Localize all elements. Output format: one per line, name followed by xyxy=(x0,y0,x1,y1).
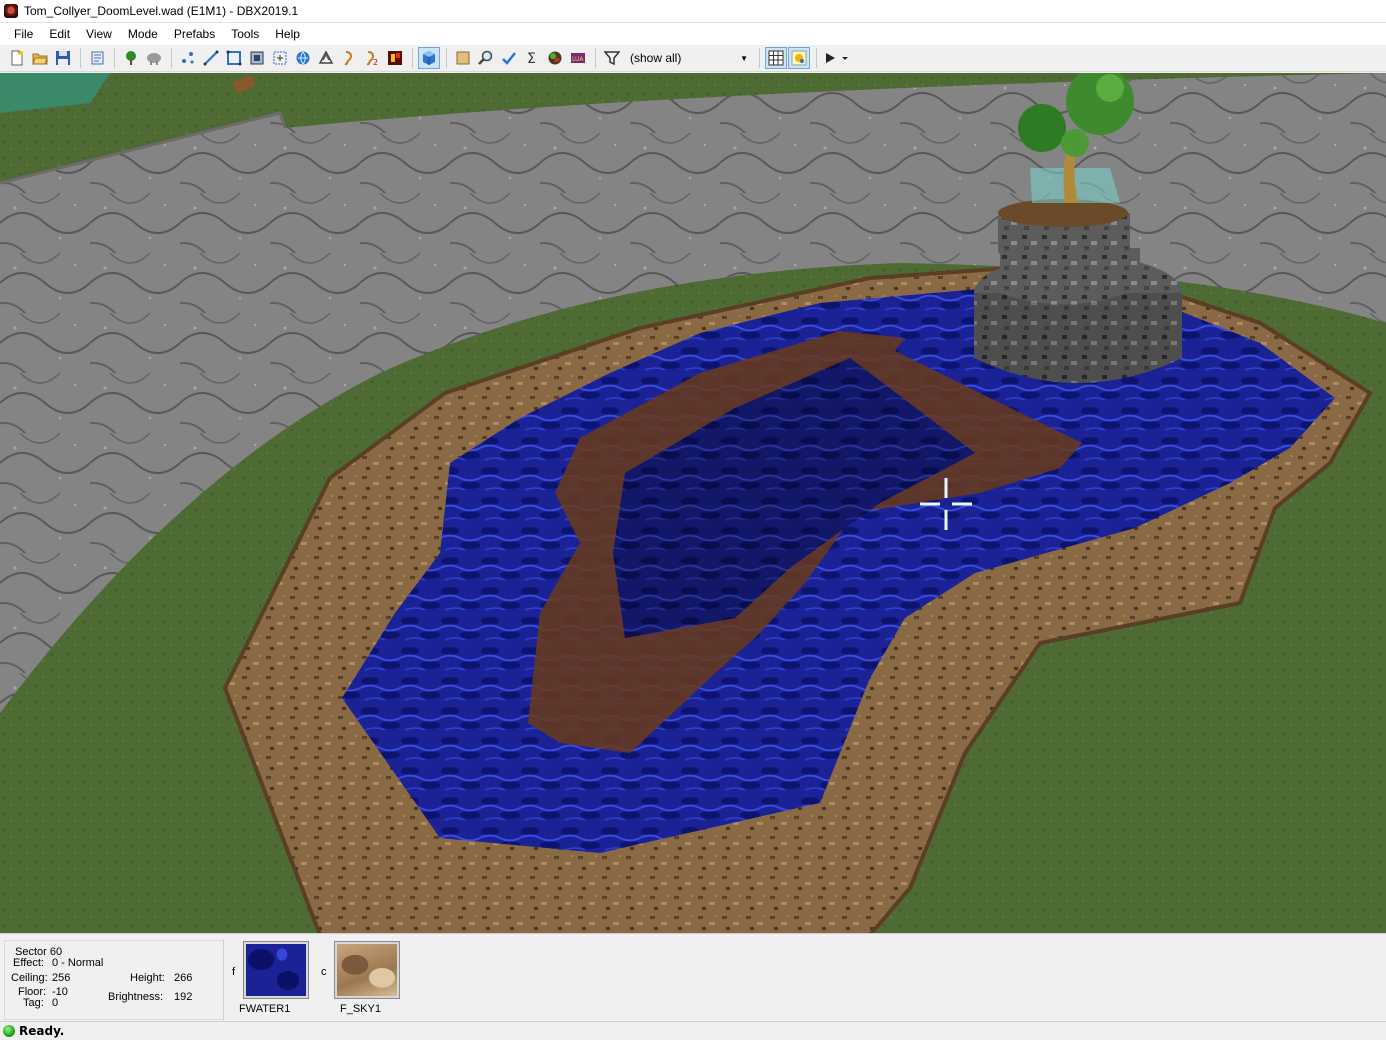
toolbar-separator xyxy=(171,48,172,68)
filter-dropdown[interactable]: (show all) ▼ xyxy=(626,48,754,68)
save-icon[interactable] xyxy=(52,47,74,69)
3d-viewport[interactable] xyxy=(0,73,1386,933)
ball-icon[interactable] xyxy=(544,47,566,69)
status-text: Ready. xyxy=(19,1024,65,1038)
menu-prefabs[interactable]: Prefabs xyxy=(166,23,223,45)
status-bar: Ready. xyxy=(0,1021,1386,1040)
zoom-icon[interactable] xyxy=(475,47,497,69)
ceiling-label: Ceiling: xyxy=(11,972,48,984)
filter-value: (show all) xyxy=(630,51,682,65)
3d-cube-icon[interactable] xyxy=(418,47,440,69)
menu-bar: File Edit View Mode Prefabs Tools Help xyxy=(0,23,1386,45)
box-select-icon[interactable] xyxy=(452,47,474,69)
sound-alt-icon[interactable]: 2 xyxy=(361,47,383,69)
brightness-value: 192 xyxy=(174,991,193,1003)
toolbar-separator xyxy=(412,48,413,68)
ceiling-texture-code: c xyxy=(321,966,327,978)
status-indicator-icon xyxy=(3,1025,15,1037)
check-icon[interactable] xyxy=(498,47,520,69)
tag-value: 0 xyxy=(52,997,59,1009)
texture-icon[interactable] xyxy=(315,47,337,69)
sigma-icon[interactable]: Σ xyxy=(521,47,543,69)
toolbar: 2 Σ LUA (show all) ▼ xyxy=(0,45,1386,72)
toolbar-separator xyxy=(759,48,760,68)
globe-icon[interactable] xyxy=(292,47,314,69)
toolbar-separator xyxy=(114,48,115,68)
script-icon[interactable] xyxy=(86,47,108,69)
floor-texture-code: f xyxy=(232,966,236,978)
menu-tools[interactable]: Tools xyxy=(223,23,267,45)
effect-label: Effect: xyxy=(13,957,44,969)
tree-icon[interactable] xyxy=(120,47,142,69)
svg-text:2: 2 xyxy=(373,58,378,66)
sound-icon[interactable] xyxy=(338,47,360,69)
lua-icon[interactable]: LUA xyxy=(567,47,589,69)
linedefs-icon[interactable] xyxy=(200,47,222,69)
height-label: Height: xyxy=(130,972,165,984)
effect-value: 0 - Normal xyxy=(52,957,104,969)
chevron-down-icon: ▼ xyxy=(740,53,748,63)
vertices-icon[interactable] xyxy=(177,47,199,69)
things-icon[interactable] xyxy=(269,47,291,69)
cloud-icon[interactable] xyxy=(143,47,165,69)
sector-info-panel: Sector 60 Effect: 0 - Normal Ceiling: 25… xyxy=(0,933,1386,1021)
toolbar-separator xyxy=(595,48,596,68)
grid-icon[interactable] xyxy=(765,47,787,69)
tag-label: Tag: xyxy=(23,997,44,1009)
title-bar: Tom_Collyer_DoomLevel.wad (E1M1) - DBX20… xyxy=(0,0,1386,23)
menu-help[interactable]: Help xyxy=(267,23,308,45)
new-file-icon[interactable] xyxy=(6,47,28,69)
floor-texture-swatch[interactable] xyxy=(243,941,309,999)
height-value: 266 xyxy=(174,972,193,984)
3d-scene[interactable] xyxy=(0,73,1386,933)
open-folder-icon[interactable] xyxy=(29,47,51,69)
svg-text:Σ: Σ xyxy=(527,51,536,66)
menu-mode[interactable]: Mode xyxy=(120,23,166,45)
sector-details: Sector 60 Effect: 0 - Normal Ceiling: 25… xyxy=(4,940,224,1020)
brightness-label: Brightness: xyxy=(108,991,164,1003)
window-title: Tom_Collyer_DoomLevel.wad (E1M1) - DBX20… xyxy=(24,4,299,18)
ceiling-texture-swatch[interactable] xyxy=(334,941,400,999)
svg-text:LUA: LUA xyxy=(572,56,584,63)
snap-icon[interactable] xyxy=(788,47,810,69)
menu-edit[interactable]: Edit xyxy=(41,23,78,45)
filter-icon[interactable] xyxy=(601,47,623,69)
ceiling-texture-name: F_SKY1 xyxy=(340,1003,381,1015)
ceiling-value: 256 xyxy=(52,972,71,984)
toolbar-separator xyxy=(816,48,817,68)
map-icon[interactable] xyxy=(384,47,406,69)
floor-texture-name: FWATER1 xyxy=(239,1003,291,1015)
sidedefs-icon[interactable] xyxy=(223,47,245,69)
menu-file[interactable]: File xyxy=(6,23,41,45)
app-icon xyxy=(4,4,18,18)
play-icon[interactable] xyxy=(822,47,852,69)
toolbar-separator xyxy=(446,48,447,68)
sectors-icon[interactable] xyxy=(246,47,268,69)
toolbar-separator xyxy=(80,48,81,68)
menu-view[interactable]: View xyxy=(78,23,120,45)
